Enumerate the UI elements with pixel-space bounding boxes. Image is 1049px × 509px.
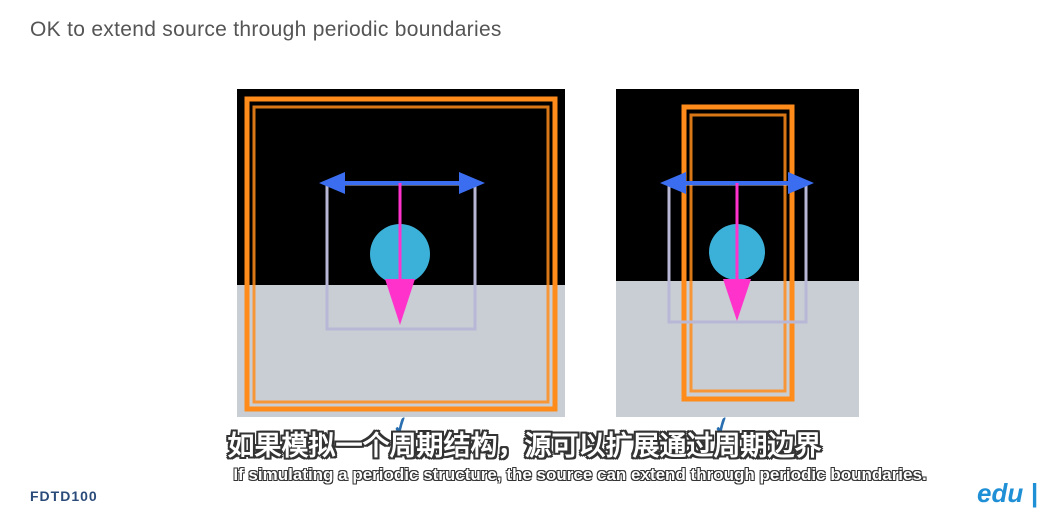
subtitle-english: If simulating a periodic structure, the … <box>233 465 927 484</box>
logo: edu | <box>977 478 1038 508</box>
injection-arrowhead <box>723 279 751 321</box>
injection-arrowhead <box>385 279 415 325</box>
slide-title: OK to extend source through periodic bou… <box>30 18 502 41</box>
polarization-arrow-right <box>788 172 814 194</box>
polarization-arrow-right <box>459 172 485 194</box>
simulation-view-right <box>616 89 859 417</box>
polarization-arrow-left <box>319 172 345 194</box>
course-code: FDTD100 <box>30 488 98 504</box>
subtitle-chinese: 如果模拟一个周期结构，源可以扩展通过周期边界 <box>227 431 822 462</box>
simulation-view-left <box>237 89 565 417</box>
simulation-diagram-right <box>660 104 814 402</box>
simulation-diagram-left <box>244 96 558 412</box>
polarization-arrow-left <box>660 172 686 194</box>
